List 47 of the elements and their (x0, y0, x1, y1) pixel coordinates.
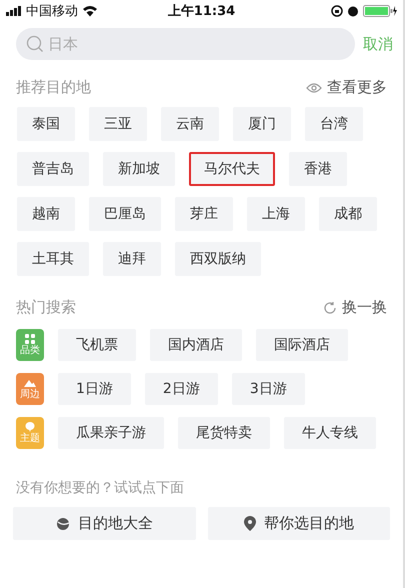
carrier-name: 中国移动 (26, 3, 78, 20)
footer-button[interactable]: 目的地大全 (13, 507, 196, 540)
search-tag[interactable]: 1日游 (58, 373, 131, 405)
destination-tag[interactable]: 迪拜 (103, 242, 161, 276)
destination-tag[interactable]: 成都 (319, 197, 377, 231)
destination-tag[interactable]: 马尔代夫 (189, 152, 275, 186)
search-tag[interactable]: 国内酒店 (150, 329, 242, 361)
category-badge: 周边 (16, 373, 44, 405)
view-more-button[interactable]: 查看更多 (306, 78, 387, 97)
search-tag[interactable]: 飞机票 (58, 329, 136, 361)
destination-tag[interactable]: 三亚 (89, 107, 147, 141)
globe-icon (56, 516, 70, 530)
category-badge: 品类 (16, 329, 44, 361)
destination-tag[interactable]: 台湾 (305, 107, 363, 141)
section-title: 推荐目的地 (16, 78, 91, 97)
destination-tag[interactable]: 香港 (289, 152, 347, 186)
destination-tag[interactable]: 厦门 (233, 107, 291, 141)
pin-icon (244, 516, 256, 531)
search-tag[interactable]: 尾货特卖 (178, 417, 270, 449)
eye-icon (306, 82, 322, 94)
destination-tag[interactable]: 普吉岛 (17, 152, 89, 186)
search-tag[interactable]: 3日游 (232, 373, 305, 405)
search-field[interactable]: 日本 (16, 28, 355, 60)
destination-tag[interactable]: 巴厘岛 (89, 197, 161, 231)
search-tag[interactable]: 瓜果亲子游 (58, 417, 164, 449)
destination-tag[interactable]: 云南 (161, 107, 219, 141)
destination-tag[interactable]: 土耳其 (17, 242, 89, 276)
destination-tag[interactable]: 上海 (247, 197, 305, 231)
destination-tag[interactable]: 新加坡 (103, 152, 175, 186)
signal-icon (6, 6, 22, 16)
category-badge: 主题 (16, 417, 44, 449)
destination-tag[interactable]: 芽庄 (175, 197, 233, 231)
search-icon (26, 35, 44, 53)
footer-button[interactable]: 帮你选目的地 (208, 507, 390, 540)
refresh-button[interactable]: 换一换 (323, 298, 387, 317)
destination-tag[interactable]: 西双版纳 (175, 242, 261, 276)
refresh-icon (323, 300, 337, 314)
search-tag[interactable]: 牛人专线 (284, 417, 376, 449)
destination-tag[interactable]: 泰国 (17, 107, 75, 141)
hint-text: 没有你想要的？试试点下面 (15, 479, 185, 497)
clock-time: 上午11:34 (168, 3, 236, 20)
section-title: 热门搜索 (16, 298, 76, 317)
search-tag[interactable]: 国际酒店 (256, 329, 348, 361)
search-tag[interactable]: 2日游 (144, 373, 218, 405)
wifi-icon (82, 5, 98, 17)
destination-tag[interactable]: 越南 (17, 197, 75, 231)
battery-icon (363, 5, 397, 17)
